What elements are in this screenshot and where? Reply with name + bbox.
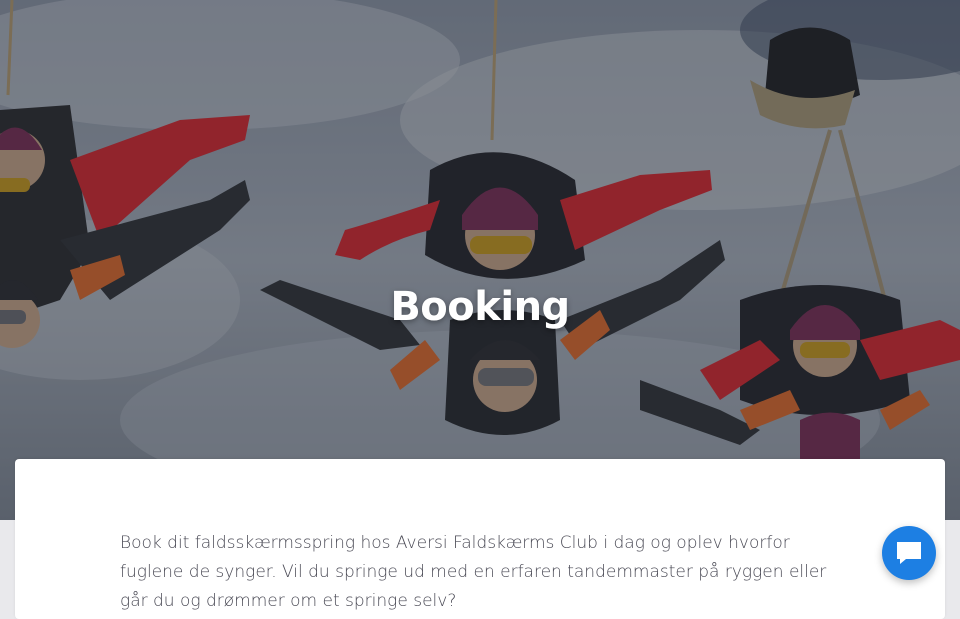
content-card: Book dit faldsskærmsspring hos Aversi Fa… [15, 459, 945, 619]
chat-bubble-icon [897, 542, 921, 564]
chat-button[interactable] [882, 526, 936, 580]
hero-banner: Booking [0, 0, 960, 520]
intro-paragraph: Book dit faldsskærmsspring hos Aversi Fa… [120, 533, 827, 611]
page-title: Booking [390, 284, 570, 330]
skydivers-photo [0, 0, 960, 520]
